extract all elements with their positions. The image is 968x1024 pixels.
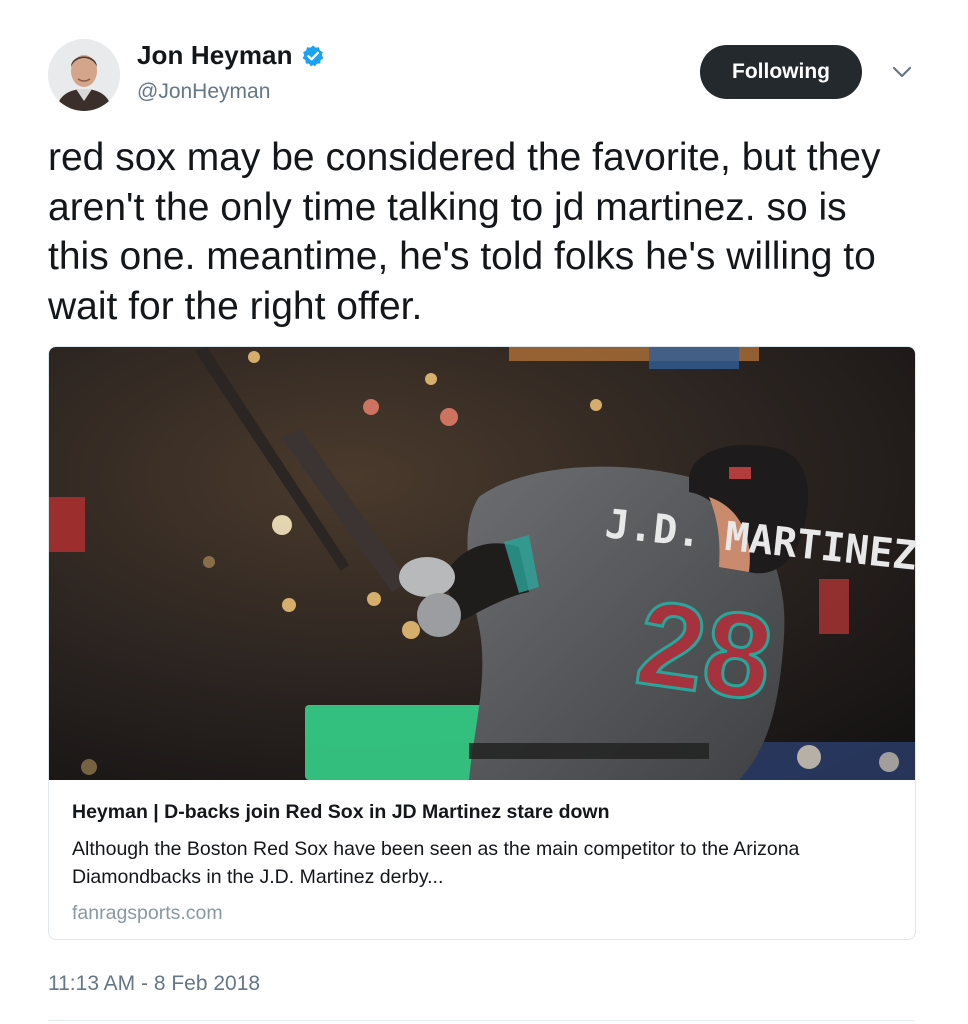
card-title[interactable]: Heyman | D-backs join Red Sox in JD Mart… [72, 799, 902, 825]
profile-photo-icon [48, 39, 120, 111]
author-avatar[interactable] [48, 39, 120, 111]
jersey-number-text: 28 [629, 575, 780, 726]
chevron-down-icon[interactable] [890, 62, 914, 82]
tweet: Jon Heyman @JonHeyman Following red sox … [0, 0, 968, 1024]
verified-badge-icon [301, 44, 325, 68]
author-name-row[interactable]: Jon Heyman [137, 40, 325, 71]
following-button[interactable]: Following [700, 45, 862, 99]
tweet-text: red sox may be considered the favorite, … [48, 136, 881, 328]
card-image[interactable]: J.D. MARTINEZ 28 [49, 347, 915, 780]
author-name[interactable]: Jon Heyman [137, 40, 293, 71]
divider [48, 1020, 914, 1021]
card-body[interactable]: Heyman | D-backs join Red Sox in JD Mart… [72, 799, 902, 927]
link-card[interactable]: J.D. MARTINEZ 28 Heyman | D-backs join R… [48, 346, 916, 940]
card-domain[interactable]: fanragsports.com [72, 899, 902, 927]
card-description: Although the Boston Red Sox have been se… [72, 838, 800, 888]
author-handle[interactable]: @JonHeyman [137, 80, 270, 104]
tweet-timestamp[interactable]: 11:13 AM - 8 Feb 2018 [48, 972, 260, 996]
